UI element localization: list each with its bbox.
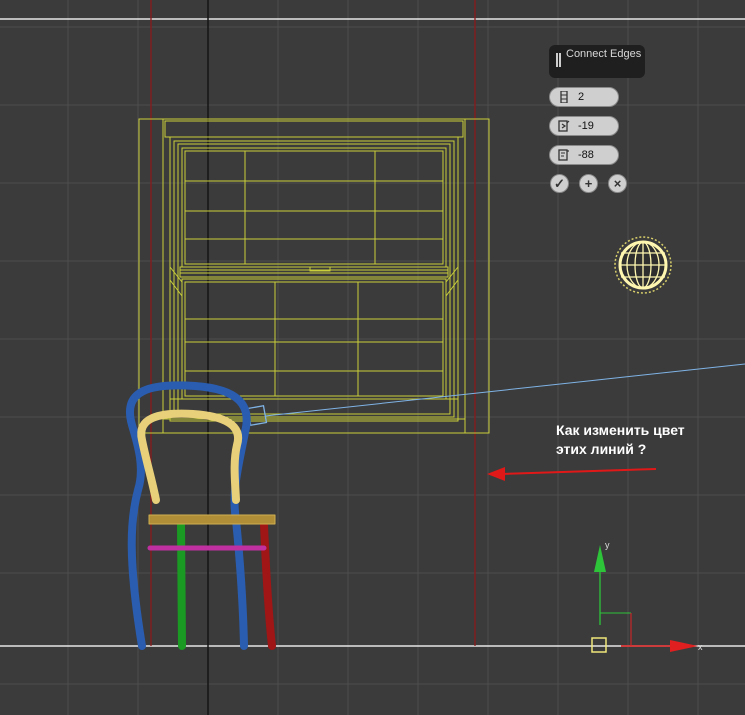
segments-field[interactable]: 2: [549, 87, 619, 107]
pinch-icon: [558, 120, 570, 132]
viewport-stage[interactable]: y x Connect Edges 2 -19 -88 ✓ + × Как из…: [0, 0, 745, 715]
grip-icon[interactable]: [556, 53, 561, 67]
camera-target-line[interactable]: [246, 363, 745, 427]
gizmo-icon[interactable]: y x: [591, 540, 703, 653]
segments-icon: [560, 91, 568, 103]
annotation-text: Как изменить цвет этих линий ?: [556, 421, 685, 459]
annotation-line-1: Как изменить цвет: [556, 422, 685, 438]
pinch-value[interactable]: -19: [578, 120, 594, 132]
slide-icon: [558, 149, 569, 161]
segments-value[interactable]: 2: [578, 91, 584, 103]
home-grid-axes: [0, 0, 745, 715]
ok-button[interactable]: ✓: [550, 174, 569, 193]
apply-and-continue-button[interactable]: +: [579, 174, 598, 193]
grid: [0, 0, 745, 715]
slide-field[interactable]: -88: [549, 145, 619, 165]
cancel-button[interactable]: ×: [608, 174, 627, 193]
svg-text:y: y: [605, 540, 610, 550]
connect-edges-caddy[interactable]: Connect Edges: [549, 45, 645, 78]
annotation-line-2: этих линий ?: [556, 441, 647, 457]
omni-light[interactable]: [614, 236, 672, 294]
checkmark-icon: ✓: [554, 176, 565, 191]
annotation-arrow: [487, 467, 657, 481]
caddy-title: Connect Edges: [566, 48, 642, 60]
slide-value[interactable]: -88: [578, 149, 594, 161]
svg-text:x: x: [698, 642, 703, 652]
viewport-canvas[interactable]: y x: [0, 0, 745, 715]
pinch-field[interactable]: -19: [549, 116, 619, 136]
plus-icon: +: [584, 176, 593, 191]
close-icon: ×: [613, 176, 622, 191]
